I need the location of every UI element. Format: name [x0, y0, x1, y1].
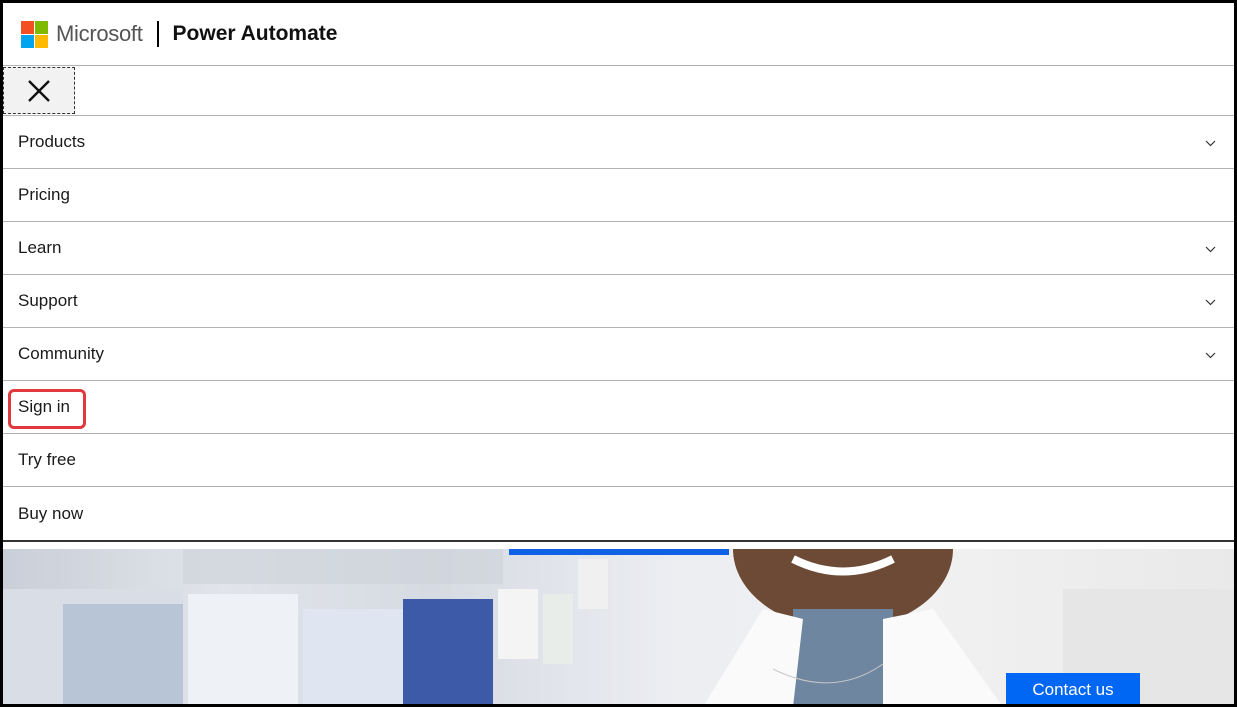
nav-item-label: Sign in	[18, 397, 70, 416]
nav-item-label: Try free	[18, 450, 76, 469]
chevron-down-icon	[1205, 299, 1216, 306]
nav-item-label: Buy now	[18, 503, 84, 523]
close-menu-button[interactable]	[3, 67, 75, 114]
logo-square-red	[21, 20, 34, 34]
header-divider	[156, 21, 159, 47]
close-icon	[28, 79, 50, 102]
chevron-down-icon	[1205, 140, 1216, 147]
browser-frame: Microsoft Power Automate Products Pricin…	[0, 0, 1237, 707]
nav-item-learn[interactable]: Learn	[3, 222, 1234, 275]
nav-item-label: Support	[18, 291, 78, 310]
logo-square-yellow	[35, 34, 48, 48]
logo-square-blue	[21, 34, 34, 48]
chevron-down-icon	[1205, 246, 1216, 253]
nav-item-label: Community	[18, 344, 104, 363]
product-name[interactable]: Power Automate	[173, 22, 338, 46]
chevron-down-icon	[1205, 352, 1216, 359]
brand-name[interactable]: Microsoft	[56, 21, 143, 47]
site-header: Microsoft Power Automate	[3, 3, 1234, 66]
nav-item-sign-in[interactable]: Sign in	[3, 381, 1234, 434]
logo-square-green	[35, 20, 48, 34]
hero-accent-bar	[509, 549, 729, 555]
contact-us-button[interactable]: Contact us	[1006, 673, 1140, 704]
nav-item-community[interactable]: Community	[3, 328, 1234, 381]
hero-image: Contact us	[3, 549, 1234, 704]
nav-item-label: Products	[18, 132, 86, 151]
nav-item-products[interactable]: Products	[3, 116, 1234, 169]
nav-item-label: Pricing	[18, 185, 70, 204]
nav-item-buy-now[interactable]: Buy now	[3, 487, 1234, 540]
menu-close-row	[3, 66, 1234, 116]
nav-item-label: Learn	[18, 238, 62, 257]
nav-item-pricing[interactable]: Pricing	[3, 169, 1234, 222]
nav-item-try-free[interactable]: Try free	[3, 434, 1234, 487]
nav-item-support[interactable]: Support	[3, 275, 1234, 328]
microsoft-logo-icon[interactable]	[21, 20, 48, 48]
mobile-nav-menu: Products Pricing Learn Support Community	[3, 116, 1234, 542]
